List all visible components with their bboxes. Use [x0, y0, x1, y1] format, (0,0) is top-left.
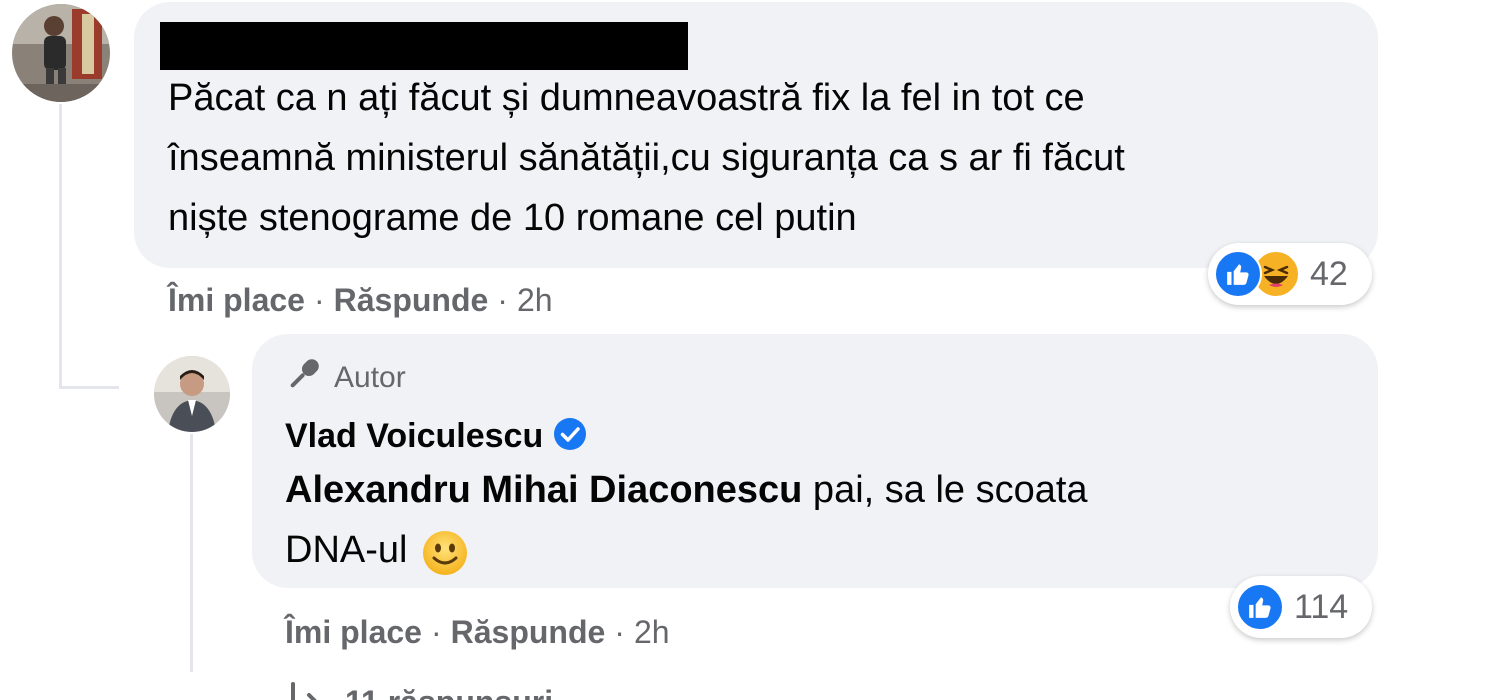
like-icon [1236, 583, 1284, 631]
reaction-count: 42 [1310, 254, 1348, 293]
reply-reactions[interactable]: 114 [1230, 576, 1372, 638]
separator: · [313, 281, 325, 318]
reply-text-line-1: Alexandru Mihai Diaconescu pai, sa le sc… [285, 460, 1088, 520]
author-badge-label: Autor [334, 361, 406, 394]
author-avatar[interactable] [154, 356, 230, 432]
author-name[interactable]: Vlad Voiculescu [285, 417, 543, 456]
reply-text: pai, sa le scoata [802, 469, 1088, 511]
separator: · [497, 281, 508, 318]
reply-actions: Îmi place · Răspunde · 2h [285, 610, 670, 654]
like-button[interactable]: Îmi place [285, 614, 422, 651]
view-more-replies[interactable]: 11 răspunsuri [285, 678, 553, 700]
commenter-avatar[interactable] [12, 4, 110, 102]
more-replies-label: 11 răspunsuri [345, 684, 553, 700]
microphone-icon [284, 354, 324, 402]
mention-link[interactable]: Alexandru Mihai Diaconescu [285, 469, 802, 511]
verified-badge-icon [553, 417, 587, 456]
reply-button[interactable]: Răspunde [334, 282, 489, 319]
thread-connector-horizontal [59, 386, 119, 389]
reply-thread-connector [190, 434, 193, 672]
redacted-commenter-name [160, 22, 688, 70]
author-name-row: Vlad Voiculescu [285, 412, 587, 460]
smiley-emoji-icon [421, 529, 469, 577]
author-badge: Autor [284, 358, 406, 398]
comment-text-line-3: niște stenograme de 10 romane cel putin [168, 197, 857, 239]
comment-actions: Îmi place · Răspunde · 2h [168, 278, 553, 322]
like-button[interactable]: Îmi place [168, 282, 305, 319]
separator: · [614, 613, 625, 650]
reply-button[interactable]: Răspunde [451, 614, 606, 651]
comment-thread: Păcat ca n ați făcut și dumneavoastră fi… [0, 0, 1501, 700]
reply-text-line-2: DNA-ul [285, 520, 469, 580]
comment-text-line-2: înseamnă ministerul sănătății,cu siguran… [168, 137, 1125, 179]
reaction-count: 114 [1294, 587, 1349, 626]
timestamp[interactable]: 2h [517, 282, 553, 319]
reply-text-line-2-text: DNA-ul [285, 529, 408, 571]
reply-arrow-icon [285, 678, 325, 700]
thread-connector-vertical [59, 104, 62, 389]
comment-reactions[interactable]: 42 [1208, 243, 1372, 305]
timestamp[interactable]: 2h [634, 614, 670, 651]
separator: · [430, 613, 442, 650]
comment-text-line-1: Păcat ca n ați făcut și dumneavoastră fi… [168, 77, 1085, 119]
like-icon [1214, 250, 1262, 298]
